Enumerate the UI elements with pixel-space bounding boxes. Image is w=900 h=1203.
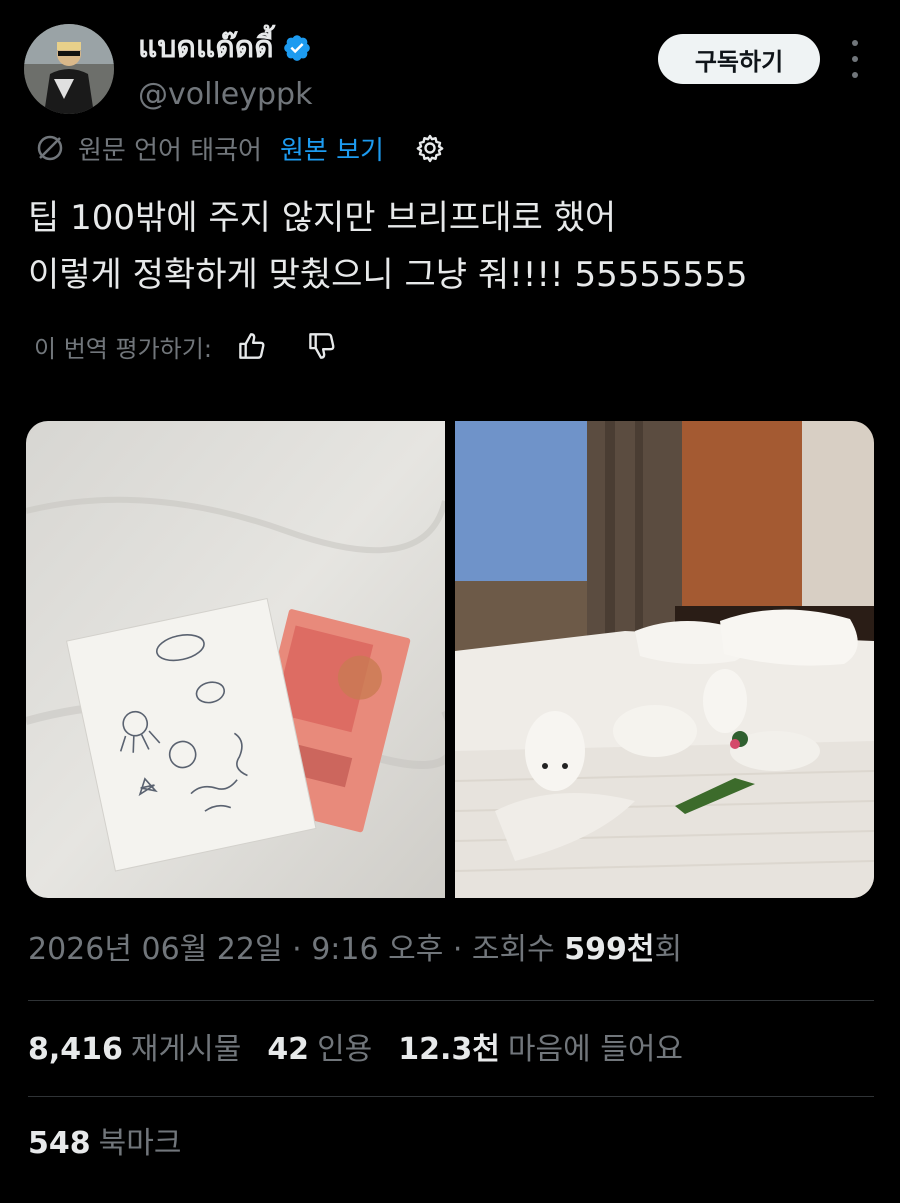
views-prefix: 조회수	[471, 932, 555, 967]
author-name-row: แบดแด๊ดดี้	[138, 28, 312, 68]
tweet-text-line: 이렇게 정확하게 맞췄으니 그냥 줘!!!! 55555555	[28, 255, 748, 295]
tweet-date[interactable]: 2026년 06월 22일	[28, 932, 283, 967]
retweets-label: 재게시물	[130, 1032, 242, 1067]
translation-source-label: 원문 언어 태국어	[78, 135, 262, 166]
meta-separator: ·	[282, 932, 312, 967]
likes-count: 12.3천	[398, 1032, 500, 1067]
translate-globe-icon	[37, 135, 63, 161]
translation-row: 원문 언어 태국어 원본 보기	[34, 128, 446, 168]
rate-translation-row: 이 번역 평가하기:	[34, 326, 338, 366]
retweets-stat[interactable]: 8,416 재게시물	[28, 1028, 241, 1072]
likes-label: 마음에 들어요	[507, 1032, 684, 1067]
media-photo-towel-art-bed[interactable]	[455, 421, 874, 898]
subscribe-button[interactable]: 구독하기	[658, 34, 820, 84]
media-photo-thank-you-note[interactable]	[26, 421, 445, 898]
quotes-stat[interactable]: 42 인용	[267, 1028, 372, 1072]
more-options-icon[interactable]	[848, 40, 862, 78]
gear-icon[interactable]	[414, 132, 446, 164]
tweet-text: 팁 100밖에 주지 않지만 브리프대로 했어 이렇게 정확하게 맞췄으니 그냥…	[28, 190, 878, 304]
bookmarks-label: 북마크	[98, 1126, 182, 1161]
views-suffix: 회	[654, 932, 683, 967]
tweet-meta: 2026년 06월 22일 · 9:16 오후 · 조회수 599천회	[28, 928, 682, 972]
divider	[28, 1096, 874, 1097]
quotes-count: 42	[267, 1032, 310, 1067]
engagement-stats: 8,416 재게시물 42 인용 12.3천 마음에 들어요	[28, 1028, 683, 1072]
show-original-link[interactable]: 원본 보기	[280, 130, 384, 167]
bookmarks-count: 548	[28, 1126, 91, 1161]
author-handle[interactable]: @volleyppk	[138, 75, 312, 115]
thumbs-down-icon[interactable]	[304, 329, 338, 363]
meta-separator: ·	[443, 932, 472, 967]
rate-translation-label: 이 번역 평가하기:	[34, 334, 212, 363]
likes-stat[interactable]: 12.3천 마음에 들어요	[398, 1028, 683, 1072]
bookmarks-stat[interactable]: 548 북마크	[28, 1122, 181, 1166]
quotes-label: 인용	[317, 1032, 373, 1067]
media-grid	[26, 421, 874, 898]
tweet-time[interactable]: 9:16 오후	[311, 932, 443, 967]
retweets-count: 8,416	[28, 1032, 123, 1067]
verified-badge-icon	[283, 35, 310, 61]
views-count: 599천	[564, 932, 655, 967]
divider	[28, 1000, 874, 1001]
display-name[interactable]: แบดแด๊ดดี้	[138, 28, 274, 68]
avatar[interactable]	[24, 24, 114, 114]
tweet-text-line: 팁 100밖에 주지 않지만 브리프대로 했어	[28, 198, 617, 238]
thumbs-up-icon[interactable]	[234, 329, 268, 363]
